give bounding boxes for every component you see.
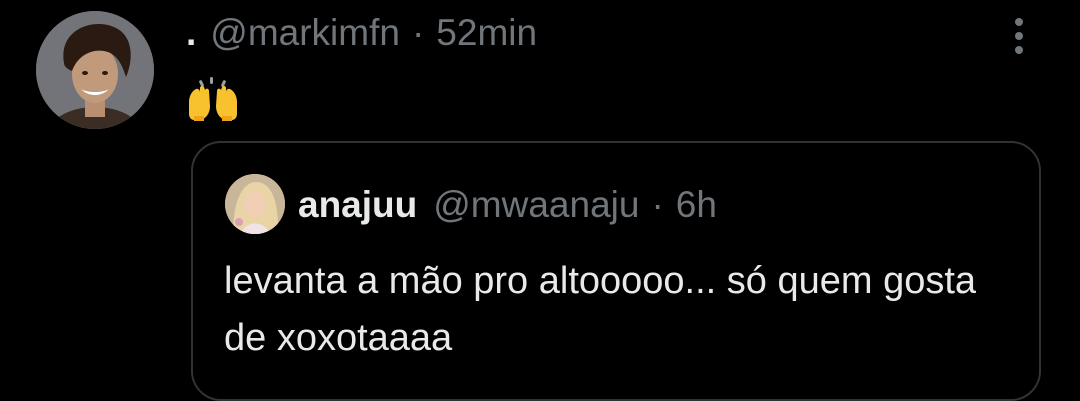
quoted-author-avatar-image bbox=[225, 174, 285, 234]
author-avatar-image bbox=[36, 11, 154, 129]
more-vertical-icon bbox=[1015, 18, 1023, 26]
raising-hands-icon bbox=[189, 77, 237, 121]
quoted-tweet-text: levanta a mão pro altooooo... só quem go… bbox=[224, 260, 977, 359]
more-vertical-icon bbox=[1015, 32, 1023, 40]
quoted-author-display-name[interactable]: anajuu bbox=[298, 184, 417, 226]
quoted-tweet-header: anajuu @mwaanaju · 6h bbox=[298, 180, 717, 230]
tweet-timestamp[interactable]: 52min bbox=[436, 12, 537, 54]
quoted-header-separator: · bbox=[651, 184, 664, 225]
tweet[interactable]: . @markimfn · 52min anajuu @mwaanaju · 6… bbox=[0, 0, 1080, 401]
author-handle[interactable]: @markimfn bbox=[210, 12, 400, 54]
author-display-name[interactable]: . bbox=[186, 12, 196, 54]
more-vertical-icon bbox=[1015, 46, 1023, 54]
quoted-tweet[interactable]: anajuu @mwaanaju · 6h levanta a mão pro … bbox=[191, 141, 1041, 401]
quoted-author-handle[interactable]: @mwaanaju bbox=[433, 184, 639, 226]
quoted-tweet-timestamp[interactable]: 6h bbox=[676, 184, 717, 226]
quoted-author-avatar[interactable] bbox=[225, 174, 285, 234]
tweet-header: . @markimfn · 52min bbox=[186, 10, 537, 56]
author-avatar[interactable] bbox=[36, 11, 154, 129]
raising-hands-emoji bbox=[186, 76, 240, 122]
header-separator: · bbox=[411, 12, 425, 53]
more-options-button[interactable] bbox=[1004, 14, 1036, 58]
